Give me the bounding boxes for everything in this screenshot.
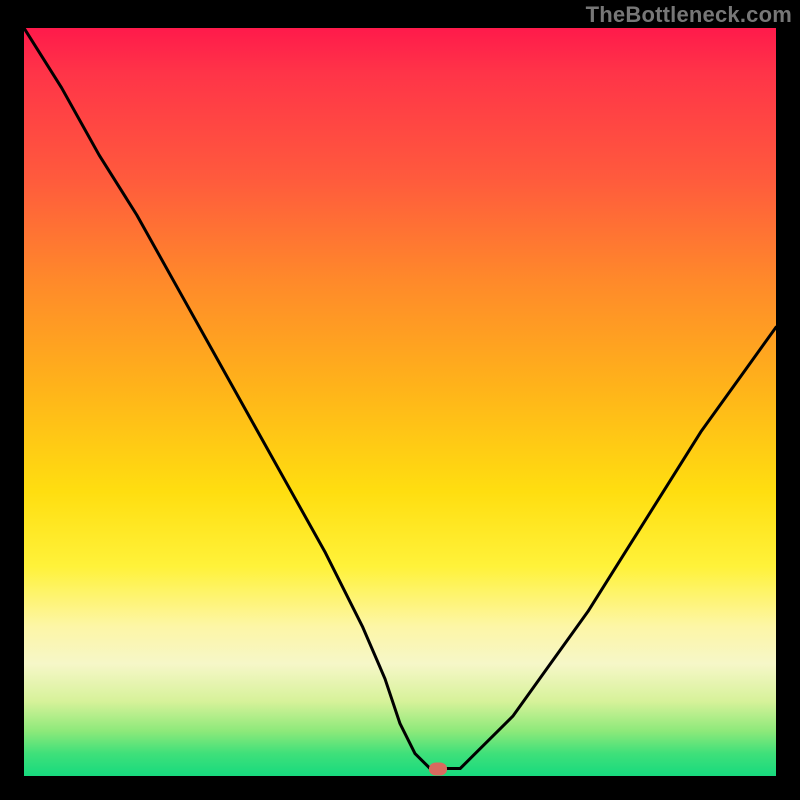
minimum-marker bbox=[429, 762, 447, 775]
chart-frame: TheBottleneck.com bbox=[0, 0, 800, 800]
watermark-text: TheBottleneck.com bbox=[586, 2, 792, 28]
plot-area bbox=[24, 28, 776, 776]
curve-path bbox=[24, 28, 776, 769]
curve-svg bbox=[24, 28, 776, 776]
